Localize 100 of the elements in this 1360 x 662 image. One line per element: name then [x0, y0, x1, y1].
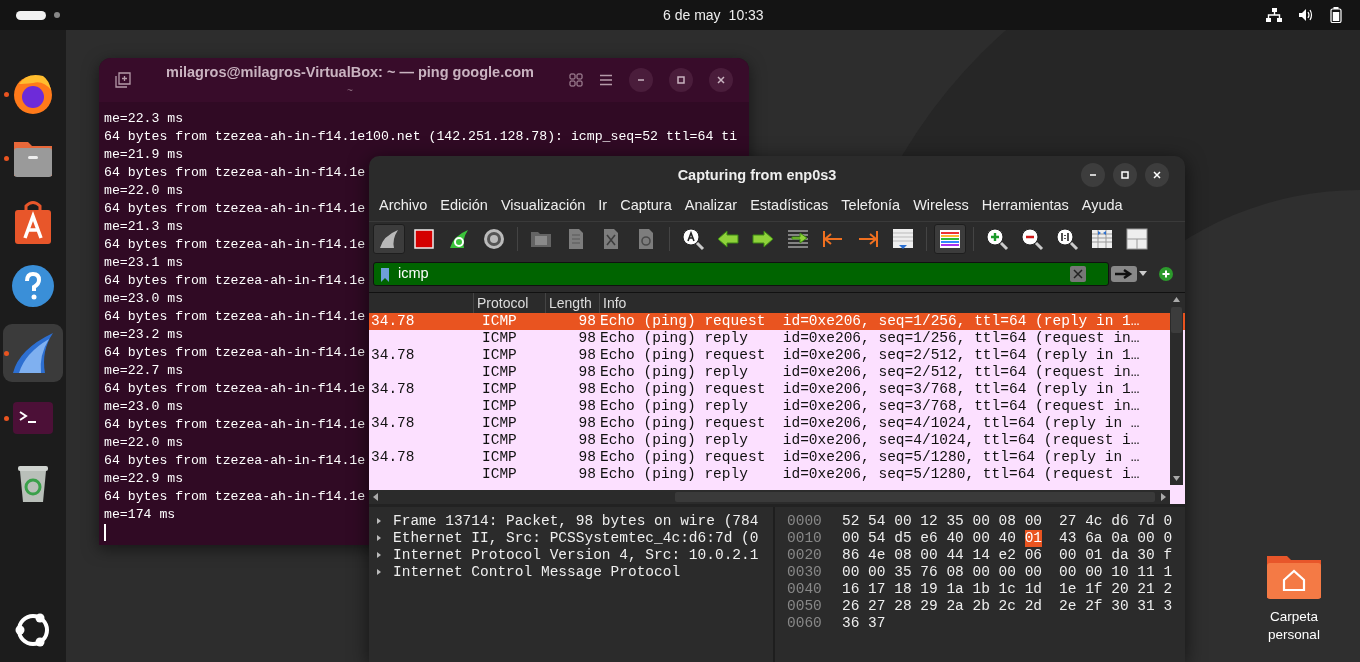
color-stripes-button[interactable] — [934, 223, 966, 254]
menu-item[interactable]: Ir — [598, 194, 608, 217]
menu-icon[interactable] — [599, 74, 613, 86]
network-icon[interactable] — [1266, 8, 1282, 22]
hex-byte: 1a — [946, 580, 964, 598]
hex-byte: 00 — [972, 529, 990, 547]
menu-item[interactable]: Edición — [440, 194, 488, 217]
minimize-icon — [1089, 173, 1097, 176]
packet-row[interactable]: 34.78 ICMP 98 Echo (ping) request id=0xe206, seq=4/1024, ttl=64 (reply in … — [369, 415, 1185, 433]
hex-byte: 27 — [868, 597, 886, 615]
hex-byte: 2b — [972, 597, 990, 615]
maximize-icon — [675, 74, 687, 86]
close-button[interactable] — [1145, 162, 1169, 187]
minimize-button[interactable] — [629, 68, 653, 92]
hex-byte: 17 — [868, 580, 886, 598]
packet-row[interactable]: ICMP 98 Echo (ping) reply id=0xe206, seq=2/512, ttl=64 (request in… — [369, 364, 1185, 382]
new-tab-icon[interactable] — [115, 72, 131, 88]
time-label[interactable]: 10:33 — [728, 4, 764, 26]
plus-icon[interactable] — [1159, 266, 1173, 281]
terminal-line: me=23.1 ms — [104, 254, 184, 272]
volume-icon[interactable] — [1298, 8, 1314, 22]
hex-byte: 11 — [1137, 563, 1155, 581]
hex-byte: e2 — [998, 546, 1016, 564]
hex-byte: 40 — [946, 529, 964, 547]
tree-item[interactable]: Internet Control Message Protocol — [369, 563, 773, 581]
question-mark-icon — [9, 262, 57, 310]
terminal-line: me=23.0 ms — [104, 290, 184, 308]
packet-row[interactable]: 34.78 ICMP 98 Echo (ping) request id=0xe206, seq=2/512, ttl=64 (reply in 1… — [369, 347, 1185, 365]
maximize-button[interactable] — [1113, 162, 1137, 187]
hex-byte: 12 — [920, 512, 938, 530]
dock-item[interactable] — [3, 324, 63, 382]
packet-row[interactable]: ICMP 98 Echo (ping) reply id=0xe206, seq=3/768, ttl=64 (request in… — [369, 398, 1185, 416]
hex-byte: 06 — [1024, 546, 1043, 564]
menu-item[interactable]: Wireless — [913, 194, 969, 217]
hex-byte: 7d — [1137, 512, 1155, 530]
menu-item[interactable]: Archivo — [379, 194, 428, 217]
maximize-button[interactable] — [669, 68, 693, 92]
window-title: Capturing from enp0s3 — [677, 166, 837, 183]
packet-row[interactable]: ICMP 98 Echo (ping) reply id=0xe206, seq=4/1024, ttl=64 (request i… — [369, 432, 1185, 450]
hex-byte: da — [1111, 546, 1129, 564]
terminal-line: 64 bytes from tzezea-ah-in-f14.1e — [104, 380, 366, 398]
hex-byte: 21 — [1137, 580, 1155, 598]
hex-byte: 26 — [842, 597, 860, 615]
hex-byte: 01 — [1024, 529, 1043, 547]
terminal-line: me=21.3 ms — [104, 218, 184, 236]
filter-field[interactable]: icmp — [373, 261, 1109, 286]
close-button[interactable] — [709, 68, 733, 92]
hex-byte: 00 — [972, 563, 990, 581]
terminal-line: 64 bytes from tzezea-ah-in-f14.1e — [104, 272, 366, 290]
hex-byte: 00 — [1024, 563, 1043, 581]
hex-byte: 54 — [868, 512, 886, 530]
packet-row[interactable]: 34.78 ICMP 98 Echo (ping) request id=0xe206, seq=1/256, ttl=64 (reply in 1… — [369, 313, 1185, 331]
menu-item[interactable]: Ayuda — [1081, 194, 1123, 217]
column-header[interactable]: Info — [600, 293, 1170, 314]
menu-item[interactable]: Captura — [620, 194, 672, 217]
hex-byte: 0 — [1163, 512, 1173, 530]
dropdown-caret-icon[interactable] — [1139, 271, 1147, 277]
menu-item[interactable]: Analizar — [684, 194, 738, 217]
find-icon — [681, 226, 705, 251]
terminal-line: me=22.3 ms — [104, 110, 184, 128]
hex-byte: 16 — [842, 580, 860, 598]
menu-item[interactable]: Estadísticas — [750, 194, 829, 217]
hex-byte: 00 — [972, 512, 990, 530]
bookmark-icon[interactable] — [380, 266, 390, 283]
hex-byte: 00 — [894, 512, 912, 530]
date-label[interactable]: 6 de may — [663, 4, 721, 26]
window-subtitle: ~ — [347, 84, 353, 99]
close-icon — [715, 74, 727, 86]
shark-fin-button[interactable] — [373, 223, 405, 254]
hex-byte: 00 — [998, 563, 1016, 581]
grid-icon[interactable] — [569, 73, 583, 87]
hex-byte: 2e — [1059, 597, 1077, 615]
hex-byte: 10 — [1111, 563, 1129, 581]
hex-byte: 2a — [946, 597, 964, 615]
terminal-line: 64 bytes from tzezea-ah-in-f14.1e100.net (142.251.128.78): icmp_seq=52 ttl=64 ti — [104, 128, 738, 146]
hex-byte: 00 — [1085, 563, 1103, 581]
terminal-line: 64 bytes from tzezea-ah-in-f14.1e — [104, 164, 366, 182]
battery-icon[interactable] — [1330, 7, 1342, 23]
hex-byte: 2f — [1085, 597, 1103, 615]
packet-row[interactable]: 34.78 ICMP 98 Echo (ping) request id=0xe206, seq=5/1280, ttl=64 (reply in … — [369, 449, 1185, 467]
hex-byte: 08 — [894, 546, 912, 564]
menu-item[interactable]: Telefonía — [841, 194, 901, 217]
packet-row[interactable]: ICMP 98 Echo (ping) reply id=0xe206, seq=1/256, ttl=64 (request in… — [369, 330, 1185, 348]
packet-row[interactable]: ICMP 98 Echo (ping) reply id=0xe206, seq=5/1280, ttl=64 (request i… — [369, 466, 1185, 484]
hex-byte: d6 — [1111, 512, 1129, 530]
hex-byte: 00 — [1059, 546, 1077, 564]
terminal-line: me=22.7 ms — [104, 362, 184, 380]
zoom-reset-icon — [1055, 226, 1079, 251]
text-cursor — [104, 524, 106, 541]
hex-byte: 30 — [1137, 546, 1155, 564]
hex-byte: 76 — [920, 563, 938, 581]
clear-icon[interactable] — [1070, 265, 1086, 282]
hex-byte: 1d — [1024, 580, 1043, 598]
menu-item[interactable]: Herramientas — [981, 194, 1069, 217]
menu-item[interactable]: Visualización — [500, 194, 586, 217]
packet-row[interactable]: 34.78 ICMP 98 Echo (ping) request id=0xe206, seq=3/768, ttl=64 (reply in 1… — [369, 381, 1185, 399]
terminal-line: me=22.0 ms — [104, 182, 184, 200]
hex-offset: 0050 — [787, 597, 823, 615]
folder-label[interactable]: Carpeta personal — [1258, 608, 1330, 644]
window-title: milagros@milagros-VirtualBox: ~ — ping google.com — [166, 62, 534, 82]
